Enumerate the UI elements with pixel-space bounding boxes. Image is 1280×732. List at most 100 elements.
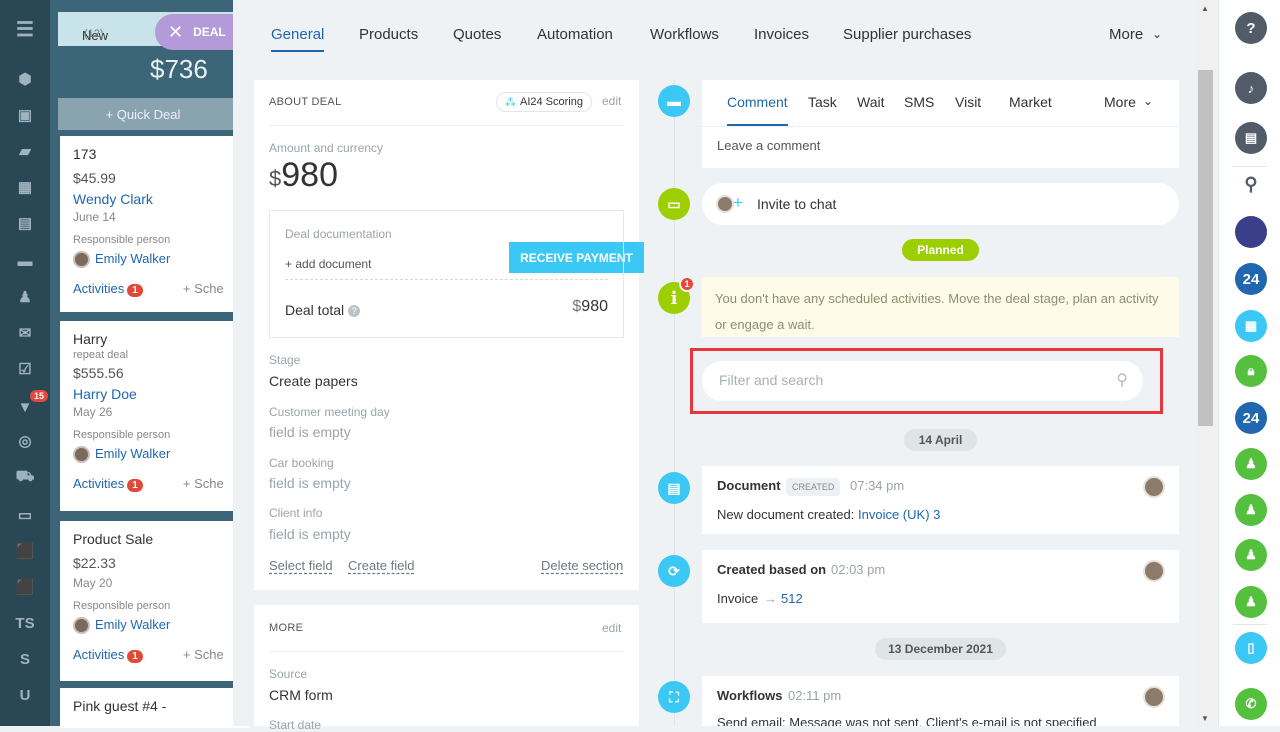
client-value[interactable]: field is empty [269,526,351,542]
box-icon[interactable]: ⬛ [0,534,50,568]
quick-deal-button[interactable]: + Quick Deal [58,98,233,130]
meeting-value[interactable]: field is empty [269,424,351,440]
avatar[interactable] [1235,216,1267,248]
chevron-down-icon[interactable]: ⌄ [1143,94,1153,108]
search-icon[interactable]: ⚲ [1116,370,1128,390]
mail-icon[interactable]: ✉ [0,316,50,350]
target-icon[interactable]: ◎ [0,424,50,458]
feed-icon[interactable]: ▣ [0,98,50,132]
scroll-up-icon[interactable]: ▲ [1201,4,1209,13]
calendar-icon[interactable]: ▦ [1235,310,1267,342]
filter-search-field[interactable]: Filter and search ⚲ [702,361,1143,401]
tab-more[interactable]: More [1109,26,1143,43]
s-item[interactable]: S [0,642,50,676]
comment-input[interactable]: Leave a comment [717,138,820,153]
scrollbar-thumb[interactable] [1198,70,1213,426]
card-icon[interactable]: ▭ [0,498,50,532]
card-client[interactable]: Wendy Clark [73,191,237,207]
card-resp[interactable]: Emily Walker [95,617,170,632]
card-schedule[interactable]: + Sche [183,281,224,296]
kanban-card[interactable]: Pink guest #4 - [60,688,250,728]
tab-market[interactable]: Market [1009,94,1052,110]
edit-about-link[interactable]: edit [602,94,621,108]
card-schedule[interactable]: + Sche [183,647,224,662]
invoice-number-link[interactable]: 512 [781,591,803,606]
card-resp[interactable]: Emily Walker [95,251,170,266]
docs-icon[interactable]: ▤ [0,206,50,240]
tab-visit[interactable]: Visit [955,94,981,110]
mobile-icon[interactable]: ▯ [1235,632,1267,664]
card-resp[interactable]: Emily Walker [95,446,170,461]
add-document-link[interactable]: + add document [285,257,371,271]
tab-comment[interactable]: Comment [727,94,788,110]
stage-value[interactable]: Create papers [269,373,358,389]
card-activities[interactable]: Activities [73,281,124,296]
cart-icon[interactable]: ⛟ [0,460,50,494]
search-icon[interactable]: ⚲ [1235,168,1267,200]
group-chat-icon[interactable]: ♟ [1235,586,1267,618]
edit-more-link[interactable]: edit [602,621,621,635]
chevron-down-icon[interactable]: ⌄ [1152,27,1162,41]
card-client[interactable]: Harry Doe [73,386,237,402]
scroll-down-icon[interactable]: ▼ [1201,714,1209,723]
tab-sms[interactable]: SMS [904,94,934,110]
chat-icon[interactable]: ▰ [0,134,50,168]
tab-automation[interactable]: Automation [537,26,613,43]
close-icon[interactable]: ✕ [168,22,183,43]
tab-invoices[interactable]: Invoices [754,26,809,43]
tab-supplier-purchases[interactable]: Supplier purchases [843,26,971,43]
u-item[interactable]: U [0,678,50,712]
search-input[interactable]: Filter and search [719,372,823,388]
create-field-link[interactable]: Create field [348,558,414,573]
activity-badge: 1 [127,650,143,664]
deal-slider-tab[interactable]: ✕ DEAL [155,14,235,50]
card-title[interactable]: 173 [73,146,237,162]
help-icon[interactable]: ? [1235,12,1267,44]
box2-icon[interactable]: ⬛ [0,570,50,604]
tab-wait[interactable]: Wait [857,94,884,110]
amount-value: $980 [269,156,338,194]
menu-icon[interactable]: ☰ [0,12,50,46]
tab-quotes[interactable]: Quotes [453,26,501,43]
invite-to-chat-bar[interactable]: + Invite to chat [702,183,1179,225]
tab-task[interactable]: Task [808,94,837,110]
ts-item[interactable]: TS [0,606,50,640]
divider [269,651,624,652]
tasks-icon[interactable]: ☑ [0,352,50,386]
group-chat-icon[interactable]: ♟ [1235,448,1267,480]
phone-icon[interactable]: ✆ [1235,688,1267,720]
invoice-link[interactable]: Invoice (UK) 3 [858,507,940,522]
kanban-card[interactable]: 173 $45.99 Wendy Clark June 14 Responsib… [60,136,250,312]
kanban-card[interactable]: Harry repeat deal $555.56 Harry Doe May … [60,321,250,511]
tab-general[interactable]: General [271,26,324,43]
delete-section-link[interactable]: Delete section [541,558,623,573]
kanban-card[interactable]: Product Sale $22.33 May 20 Responsible p… [60,521,250,681]
card-title[interactable]: Harry [73,331,237,347]
tab-more[interactable]: More [1104,94,1136,110]
tab-workflows[interactable]: Workflows [650,26,719,43]
bitrix24-icon[interactable]: 24 [1235,263,1267,295]
card-activities[interactable]: Activities [73,476,124,491]
sites-icon[interactable]: ⬢ [0,62,50,96]
deal-total-label: Deal total ? [285,302,361,318]
bitrix24-icon[interactable]: 24 [1235,402,1267,434]
contacts-icon[interactable]: ♟ [0,280,50,314]
card-title[interactable]: Product Sale [73,531,237,547]
lock-icon[interactable]: 🔒︎ [1235,355,1267,387]
card-title[interactable]: Pink guest #4 - [73,698,237,714]
car-value[interactable]: field is empty [269,475,351,491]
calendar-icon[interactable]: ▦ [0,170,50,204]
messages-icon[interactable]: ▤ [1235,122,1267,154]
group-chat-icon[interactable]: ♟ [1235,539,1267,571]
card-schedule[interactable]: + Sche [183,476,224,491]
group-chat-icon[interactable]: ♟ [1235,494,1267,526]
select-field-link[interactable]: Select field [269,558,333,573]
source-value[interactable]: CRM form [269,687,333,703]
ai-scoring-button[interactable]: ⁂ AI24 Scoring [496,92,592,112]
tab-products[interactable]: Products [359,26,418,43]
bell-icon[interactable]: ♪ [1235,72,1267,104]
help-icon[interactable]: ? [348,305,361,318]
drive-icon[interactable]: ▬ [0,244,50,278]
card-activities[interactable]: Activities [73,647,124,662]
scrollbar[interactable]: ▲ ▼ [1196,0,1216,726]
